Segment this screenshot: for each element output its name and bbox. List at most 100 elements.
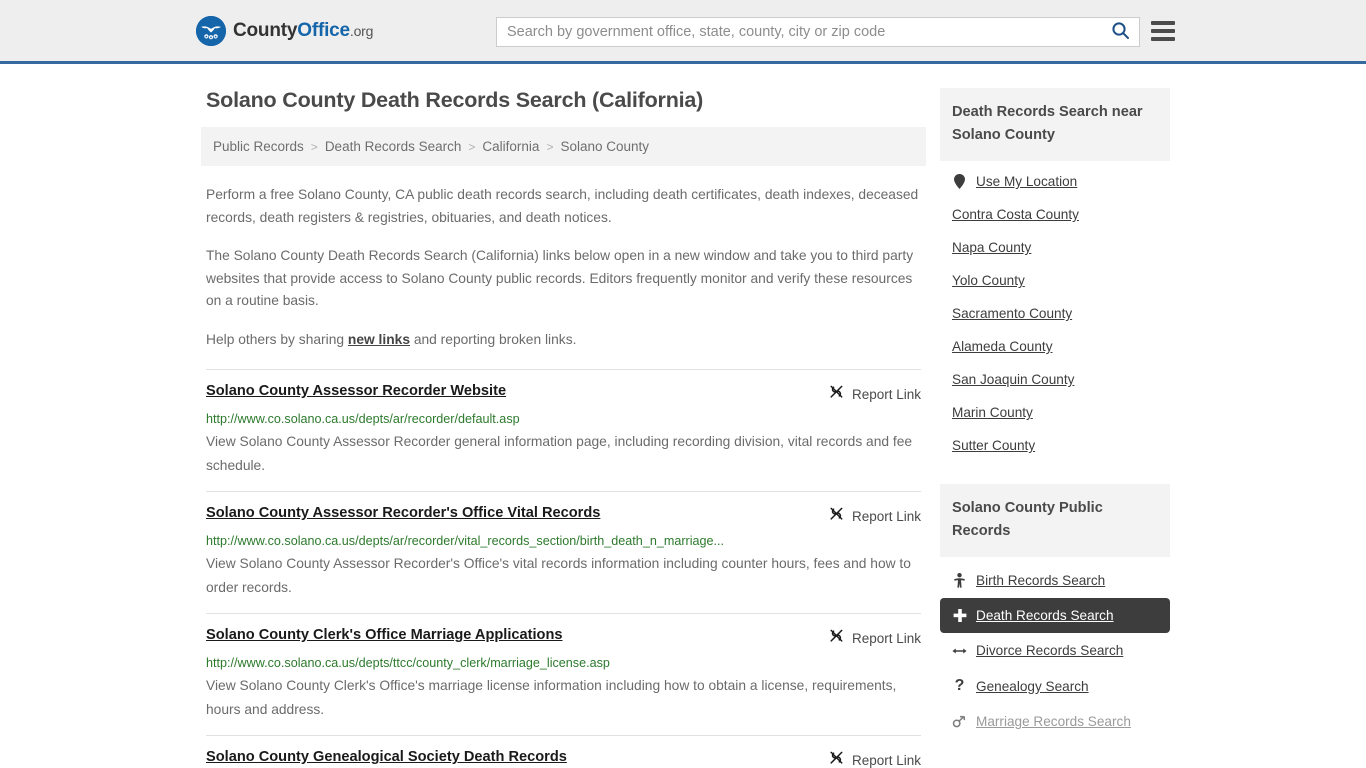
breadcrumb-item-public-records[interactable]: Public Records [213, 139, 304, 154]
breadcrumb-item-death-records-search[interactable]: Death Records Search [325, 139, 462, 154]
map-pin-icon [952, 174, 967, 189]
result-title-link[interactable]: Solano County Genealogical Society Death… [206, 748, 567, 767]
result-url[interactable]: http://www.co.solano.ca.us/depts/ttcc/co… [206, 655, 921, 671]
main-content: Solano County Death Records Search (Cali… [196, 64, 926, 768]
site-header: CountyOffice.org [0, 0, 1366, 64]
sidebar-item-death-records-search[interactable]: Death Records Search [940, 598, 1170, 633]
report-link-label: Report Link [851, 752, 921, 768]
breadcrumb-item-california[interactable]: California [482, 139, 539, 154]
sidebar-item-label: Yolo County [952, 273, 1025, 288]
sidebar-item-label: Use My Location [976, 174, 1078, 189]
sidebar-item-label: Marriage Records Search [976, 714, 1131, 729]
result-title-link[interactable]: Solano County Clerk's Office Marriage Ap… [206, 626, 563, 645]
result-description: View Solano County Assessor Recorder's O… [206, 556, 911, 595]
search-input[interactable] [497, 18, 1101, 46]
result-description: View Solano County Assessor Recorder gen… [206, 434, 913, 473]
sidebar-item-alameda-county[interactable]: Alameda County [940, 330, 1170, 363]
sidebar-item-label: Divorce Records Search [976, 643, 1124, 658]
question-mark-icon: ? [954, 677, 965, 694]
breadcrumb-separator: > [468, 139, 476, 154]
breadcrumb-item-solano-county[interactable]: Solano County [560, 139, 649, 154]
sidebar-item-contra-costa-county[interactable]: Contra Costa County [940, 198, 1170, 231]
report-link-label: Report Link [851, 386, 921, 402]
results-list: Solano County Assessor Recorder Website [201, 369, 926, 768]
broken-link-icon [828, 627, 845, 649]
logo-text-office: Office [297, 19, 350, 41]
cross-plus-icon [952, 608, 967, 623]
sidebar-public-records-section: Solano County Public Records Birth Recor… [940, 484, 1170, 739]
sidebar-item-yolo-county[interactable]: Yolo County [940, 264, 1170, 297]
sidebar-nearby-list: Use My Location Contra Costa County Napa… [940, 165, 1170, 462]
sidebar-item-napa-county[interactable]: Napa County [940, 231, 1170, 264]
sidebar-item-san-joaquin-county[interactable]: San Joaquin County [940, 363, 1170, 396]
result-item: Solano County Genealogical Society Death… [206, 735, 921, 768]
sidebar-item-genealogy-search[interactable]: ? Genealogy Search [940, 668, 1170, 704]
hamburger-bar-3 [1151, 37, 1175, 41]
baby-icon [952, 573, 967, 588]
result-title-link[interactable]: Solano County Assessor Recorder Website [206, 382, 506, 401]
sidebar: Death Records Search near Solano County … [940, 88, 1170, 768]
search-bar[interactable] [496, 17, 1140, 47]
search-icon [1111, 21, 1130, 43]
intro-p3-before: Help others by sharing [206, 331, 348, 347]
hamburger-bar-2 [1151, 29, 1175, 33]
sidebar-item-label: Birth Records Search [976, 573, 1106, 588]
intro-paragraph-2: The Solano County Death Records Search (… [206, 248, 914, 308]
breadcrumb-separator: > [546, 139, 554, 154]
broken-link-icon [828, 749, 845, 768]
hamburger-menu-icon[interactable] [1151, 21, 1175, 41]
sidebar-item-use-my-location[interactable]: Use My Location [940, 165, 1170, 198]
breadcrumb: Public Records > Death Records Search > … [201, 127, 926, 166]
result-description: View Solano County Clerk's Office's marr… [206, 678, 897, 717]
left-right-arrow-icon [952, 645, 967, 657]
report-link-button[interactable]: Report Link [828, 627, 921, 649]
sidebar-item-marriage-records-search[interactable]: Marriage Records Search [940, 704, 1170, 739]
sidebar-item-sacramento-county[interactable]: Sacramento County [940, 297, 1170, 330]
eagle-shield-logo-icon [196, 15, 226, 46]
sidebar-item-label: Alameda County [952, 339, 1053, 354]
result-title-link[interactable]: Solano County Assessor Recorder's Office… [206, 504, 600, 523]
report-link-button[interactable]: Report Link [828, 383, 921, 405]
sidebar-nearby-heading: Death Records Search near Solano County [940, 88, 1170, 161]
sidebar-item-label: Napa County [952, 240, 1032, 255]
result-item: Solano County Assessor Recorder's Office… [206, 491, 921, 613]
report-link-label: Report Link [851, 630, 921, 646]
logo-wordmark: CountyOffice.org [233, 20, 373, 42]
sidebar-public-records-heading: Solano County Public Records [940, 484, 1170, 557]
sidebar-item-label: Contra Costa County [952, 207, 1079, 222]
intro-p3-after: and reporting broken links. [410, 331, 577, 347]
result-item: Solano County Clerk's Office Marriage Ap… [206, 613, 921, 735]
hamburger-bar-1 [1151, 21, 1175, 25]
result-url[interactable]: http://www.co.solano.ca.us/depts/ar/reco… [206, 533, 921, 549]
report-link-button[interactable]: Report Link [828, 505, 921, 527]
logo-text-org: .org [349, 22, 374, 39]
broken-link-icon [828, 505, 845, 527]
sidebar-item-label: Genealogy Search [976, 678, 1089, 694]
breadcrumb-separator: > [310, 139, 318, 154]
sidebar-item-marin-county[interactable]: Marin County [940, 396, 1170, 429]
report-link-button[interactable]: Report Link [828, 749, 921, 768]
page-body: Solano County Death Records Search (Cali… [0, 64, 1366, 768]
page-title: Solano County Death Records Search (Cali… [206, 88, 704, 112]
intro-paragraph-3: Help others by sharing new links and rep… [206, 329, 921, 352]
sidebar-item-sutter-county[interactable]: Sutter County [940, 429, 1170, 462]
sidebar-public-records-list: Birth Records Search Death Records Searc… [940, 563, 1170, 739]
sidebar-item-label: Marin County [952, 405, 1033, 420]
sidebar-item-label: Death Records Search [976, 608, 1114, 623]
search-button[interactable] [1101, 18, 1139, 46]
new-links-link[interactable]: new links [348, 332, 410, 347]
intro-text: Perform a free Solano County, CA public … [201, 184, 926, 351]
sidebar-item-label: Sutter County [952, 438, 1036, 453]
report-link-label: Report Link [851, 508, 921, 524]
sidebar-item-label: San Joaquin County [952, 372, 1075, 387]
result-url[interactable]: http://www.co.solano.ca.us/depts/ar/reco… [206, 411, 921, 427]
sidebar-item-label: Sacramento County [952, 306, 1073, 321]
sidebar-item-birth-records-search[interactable]: Birth Records Search [940, 563, 1170, 598]
sidebar-item-divorce-records-search[interactable]: Divorce Records Search [940, 633, 1170, 668]
male-female-icon [952, 715, 967, 729]
broken-link-icon [828, 383, 845, 405]
intro-paragraph-1: Perform a free Solano County, CA public … [206, 187, 919, 225]
result-item: Solano County Assessor Recorder Website [206, 369, 921, 491]
site-logo[interactable]: CountyOffice.org [196, 15, 373, 46]
logo-text-county: County [233, 19, 298, 41]
